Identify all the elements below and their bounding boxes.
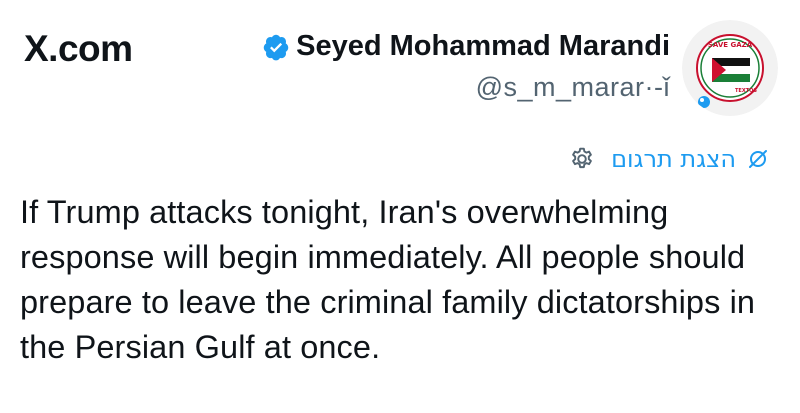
author-handle[interactable]: @s_m_marar·-ǐ (262, 72, 670, 103)
settings-gear-icon[interactable] (569, 146, 595, 172)
translation-bar: הצגת תרגום (569, 145, 770, 173)
author-display-name[interactable]: Seyed Mohammad Marandi (296, 30, 670, 63)
avatar-top-text: SAVE GAZA (708, 41, 753, 49)
site-brand: X.com (24, 28, 133, 69)
no-translate-icon (749, 150, 767, 168)
show-translation-label: הצגת תרגום (611, 145, 736, 173)
verified-badge-icon (263, 34, 289, 60)
author-name-row: Seyed Mohammad Marandi (262, 30, 670, 63)
show-translation-button[interactable]: הצגת תרגום (611, 145, 770, 173)
tweet-text: If Trump attacks tonight, Iran's overwhe… (20, 194, 756, 365)
avatar-side-text: TEXTOS (735, 88, 757, 94)
avatar[interactable]: SAVE GAZA TEXTOS (682, 20, 778, 116)
author-block[interactable]: Seyed Mohammad Marandi @s_m_marar·-ǐ (262, 30, 670, 103)
save-gaza-avatar-image: SAVE GAZA TEXTOS (682, 20, 778, 116)
